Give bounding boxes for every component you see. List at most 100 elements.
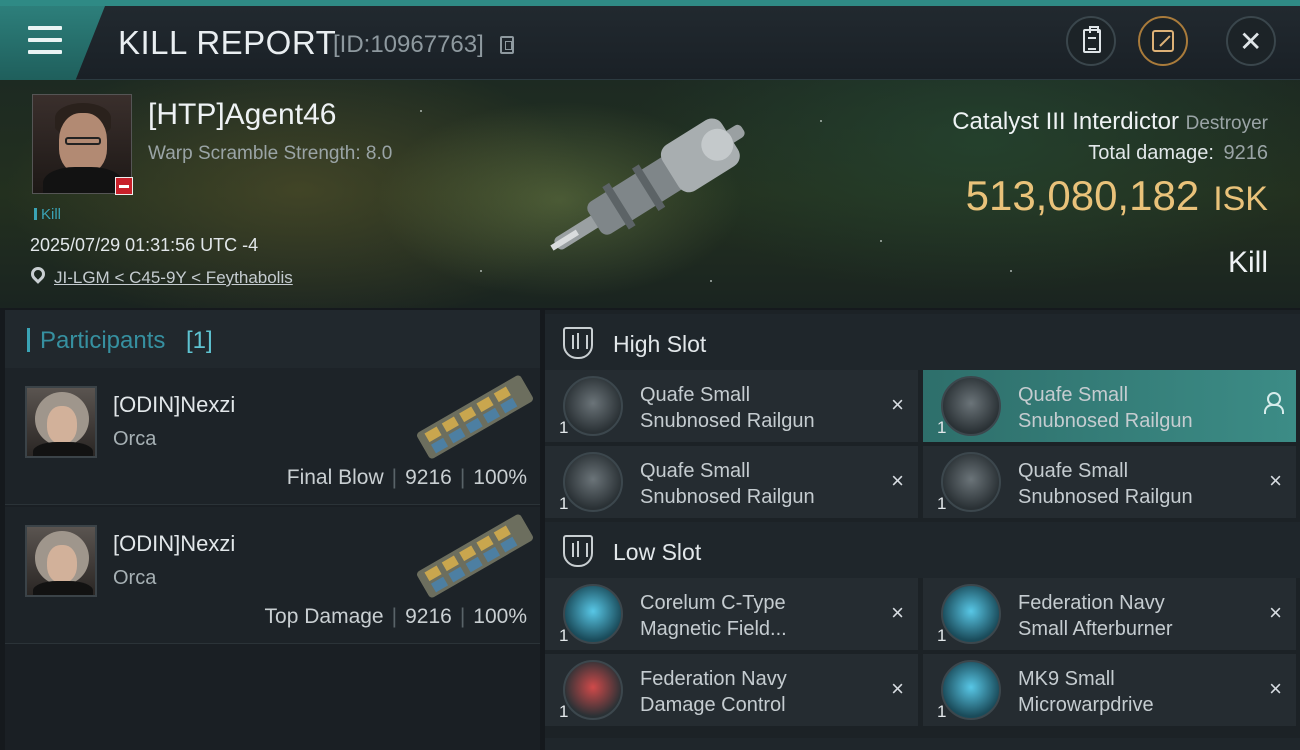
- module-name: Quafe Small Snubnosed Railgun: [640, 460, 815, 508]
- module-quantity: 1: [559, 702, 569, 721]
- module-quantity: 1: [937, 494, 947, 513]
- module-item[interactable]: 1 Quafe Small Snubnosed Railgun ×: [923, 446, 1296, 518]
- close-button[interactable]: ✕: [1226, 16, 1276, 66]
- low-slot-title: Low Slot: [613, 539, 702, 565]
- railgun-icon: [941, 376, 1001, 436]
- victim-ship-name: Catalyst III Interdictor Destroyer: [952, 108, 1268, 136]
- module-name: MK9 Small Microwarpdrive: [1018, 668, 1154, 716]
- module-item-dropped[interactable]: 1 Quafe Small Snubnosed Railgun: [923, 370, 1296, 442]
- destroyed-icon: ×: [891, 468, 904, 493]
- module-quantity: 1: [937, 418, 947, 437]
- destroyed-icon: ×: [1269, 676, 1282, 701]
- isk-value: 513,080,182 ISK: [966, 172, 1268, 220]
- kill-location-link[interactable]: JI-LGM < C45-9Y < Feythabolis: [54, 268, 293, 288]
- total-damage-value: 9216: [1223, 142, 1269, 164]
- damage-control-icon: [563, 660, 623, 720]
- participant-damage: 9216: [405, 466, 452, 489]
- participants-panel: Participants [1] [ODIN]Nexzi Orca Final …: [5, 310, 540, 750]
- fitting-panel: High Slot 1 Quafe Small Snubnosed Railgun…: [545, 310, 1300, 750]
- participant-damage: 9216: [405, 605, 452, 628]
- destroyed-icon: ×: [1269, 600, 1282, 625]
- participant-row[interactable]: [ODIN]Nexzi Orca Top Damage | 9216 | 100%: [5, 507, 540, 644]
- clipboard-icon: [1083, 26, 1101, 53]
- participants-title: Participants: [40, 327, 166, 354]
- kill-result: Kill: [1227, 246, 1268, 279]
- module-quantity: 1: [937, 626, 947, 645]
- victim-banner: [HTP]Agent46 Warp Scramble Strength: 8.0…: [0, 80, 1300, 308]
- module-quantity: 1: [559, 418, 569, 437]
- participant-stats: Final Blow | 9216 | 100%: [286, 466, 527, 489]
- afterburner-icon: [941, 584, 1001, 644]
- module-name: Federation Navy Small Afterburner: [1018, 592, 1173, 640]
- module-name: Corelum C-Type Magnetic Field...: [640, 592, 787, 640]
- total-damage: Total damage: 9216: [1088, 142, 1268, 165]
- module-name: Quafe Small Snubnosed Railgun: [1018, 384, 1193, 432]
- report-id: [ID:10967763]: [333, 31, 484, 58]
- person-icon: [1262, 392, 1284, 414]
- magnetic-field-stabilizer-icon: [563, 584, 623, 644]
- next-slot-header-partial: [545, 738, 1300, 750]
- isk-amount: 513,080,182: [965, 172, 1200, 219]
- railgun-icon: [563, 452, 623, 512]
- module-quantity: 1: [559, 626, 569, 645]
- kill-tag: Kill: [34, 206, 61, 223]
- participant-stats: Top Damage | 9216 | 100%: [264, 605, 527, 628]
- module-item[interactable]: 1 Quafe Small Snubnosed Railgun ×: [545, 446, 918, 518]
- copy-id-icon[interactable]: [500, 36, 514, 54]
- module-item[interactable]: 1 MK9 Small Microwarpdrive ×: [923, 654, 1296, 726]
- victim-ship-image: [550, 118, 745, 251]
- participants-count: [1]: [186, 327, 213, 354]
- clipboard-button[interactable]: [1066, 16, 1116, 66]
- low-slot-header: Low Slot: [545, 522, 1300, 578]
- module-name: Federation Navy Damage Control: [640, 668, 787, 716]
- destroyed-icon: ×: [1269, 468, 1282, 493]
- menu-button[interactable]: [0, 6, 105, 80]
- high-slot-header: High Slot: [545, 314, 1300, 370]
- hamburger-icon: [28, 26, 62, 54]
- ship-type[interactable]: Catalyst III Interdictor: [952, 108, 1179, 135]
- victim-name[interactable]: [HTP]Agent46: [148, 98, 336, 132]
- participant-role: Top Damage: [264, 605, 384, 628]
- high-slot-title: High Slot: [613, 331, 707, 357]
- module-name: Quafe Small Snubnosed Railgun: [640, 384, 815, 432]
- participant-ship: Orca: [113, 428, 157, 450]
- share-button[interactable]: [1138, 16, 1188, 66]
- ship-class: Destroyer: [1185, 113, 1268, 134]
- destroyed-icon: ×: [891, 676, 904, 701]
- participants-header: Participants [1]: [5, 310, 540, 368]
- participant-ship: Orca: [113, 567, 157, 589]
- participant-name[interactable]: [ODIN]Nexzi: [113, 531, 235, 557]
- close-icon: ✕: [1239, 26, 1263, 57]
- participant-ship-image: [417, 375, 533, 459]
- participant-avatar[interactable]: [25, 525, 97, 597]
- railgun-icon: [941, 452, 1001, 512]
- isk-unit: ISK: [1213, 180, 1268, 218]
- module-quantity: 1: [937, 702, 947, 721]
- module-item[interactable]: 1 Federation Navy Small Afterburner ×: [923, 578, 1296, 650]
- module-item[interactable]: 1 Quafe Small Snubnosed Railgun ×: [545, 370, 918, 442]
- module-item[interactable]: 1 Federation Navy Damage Control ×: [545, 654, 918, 726]
- page-title: KILL REPORT: [118, 24, 337, 61]
- destroyed-icon: ×: [891, 392, 904, 417]
- participant-avatar[interactable]: [25, 386, 97, 458]
- title-bar: KILL REPORT [ID:10967763] ✕: [0, 0, 1300, 80]
- high-slot-icon: [563, 327, 593, 359]
- participant-row[interactable]: [ODIN]Nexzi Orca Final Blow | 9216 | 100%: [5, 368, 540, 505]
- railgun-icon: [563, 376, 623, 436]
- title-accent-line: [0, 0, 1300, 6]
- share-icon: [1152, 30, 1174, 52]
- hostile-standing-icon: [115, 177, 133, 195]
- module-name: Quafe Small Snubnosed Railgun: [1018, 460, 1193, 508]
- participant-percent: 100%: [473, 466, 527, 489]
- participant-role: Final Blow: [286, 466, 384, 489]
- module-item[interactable]: 1 Corelum C-Type Magnetic Field... ×: [545, 578, 918, 650]
- destroyed-icon: ×: [891, 600, 904, 625]
- participant-name[interactable]: [ODIN]Nexzi: [113, 392, 235, 418]
- microwarpdrive-icon: [941, 660, 1001, 720]
- participant-percent: 100%: [473, 605, 527, 628]
- kill-timestamp: 2025/07/29 01:31:56 UTC -4: [30, 235, 259, 255]
- module-quantity: 1: [559, 494, 569, 513]
- low-slot-icon: [563, 535, 593, 567]
- location-pin-icon: [28, 264, 48, 284]
- warp-scramble-strength: Warp Scramble Strength: 8.0: [148, 143, 393, 164]
